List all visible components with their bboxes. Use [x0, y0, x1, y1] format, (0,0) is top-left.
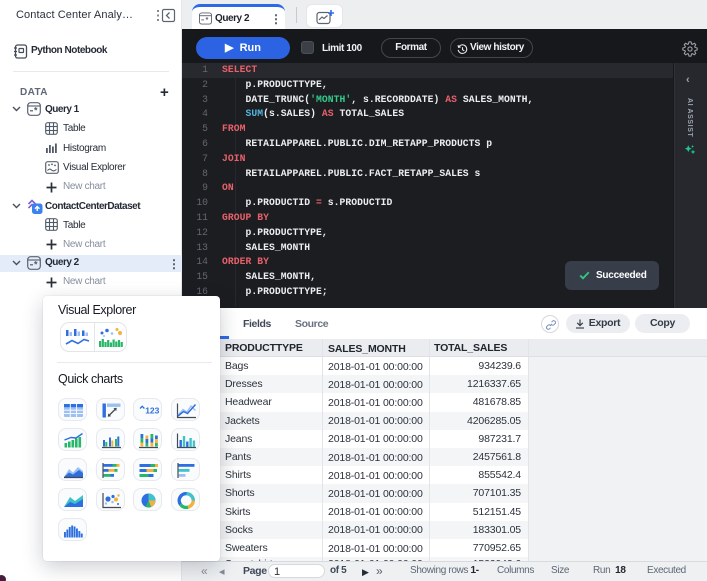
svg-text:123: 123 — [145, 406, 159, 416]
svg-text:*: * — [34, 259, 38, 269]
svg-text:*: * — [206, 15, 209, 24]
svg-text:*: * — [34, 105, 38, 115]
